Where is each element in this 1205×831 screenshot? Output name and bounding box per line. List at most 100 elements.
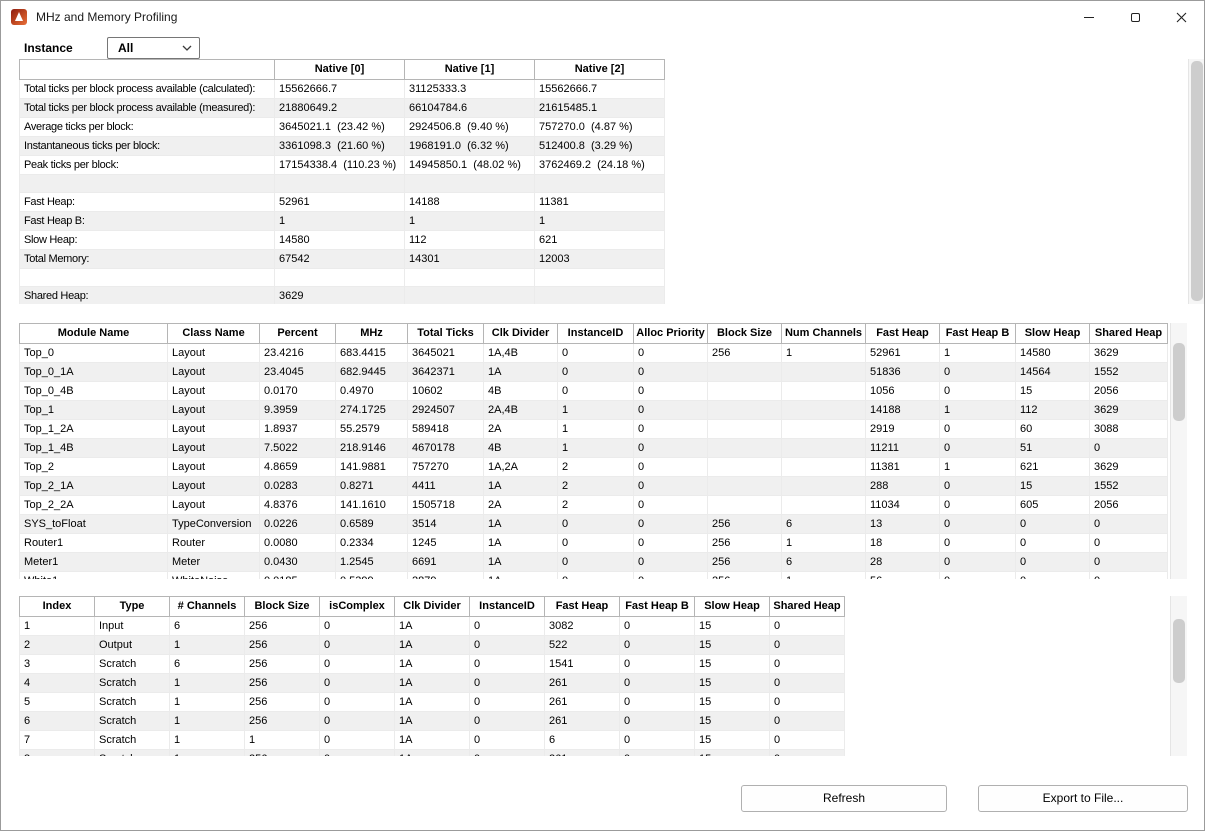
table-row[interactable]: Meter1Meter0.04301.254566911A00256628000 <box>20 553 1168 572</box>
table-cell[interactable] <box>708 477 782 496</box>
table-cell[interactable]: 3642371 <box>408 363 484 382</box>
table-cell[interactable]: 23.4045 <box>260 363 336 382</box>
table-row[interactable]: Top_2_1ALayout0.02830.827144111A20288015… <box>20 477 1168 496</box>
table-cell[interactable]: 1 <box>170 750 245 757</box>
buffer-vertical-scrollbar[interactable] <box>1170 596 1187 756</box>
table-cell[interactable]: 0 <box>940 553 1016 572</box>
table-cell[interactable]: 14580 <box>275 231 405 250</box>
table-cell[interactable]: 3088 <box>1090 420 1168 439</box>
table-cell[interactable]: 1 <box>245 731 320 750</box>
table-cell[interactable]: Top_1_2A <box>20 420 168 439</box>
table-cell[interactable]: 1A <box>395 674 470 693</box>
module-vertical-scrollbar[interactable] <box>1170 323 1187 579</box>
table-cell[interactable]: 2A <box>484 496 558 515</box>
table-cell[interactable] <box>782 382 866 401</box>
table-cell[interactable]: 5 <box>20 693 95 712</box>
table-cell[interactable] <box>782 420 866 439</box>
table-cell[interactable]: 15562666.7 <box>275 80 405 99</box>
table-cell[interactable]: Layout <box>168 439 260 458</box>
table-cell[interactable]: 14188 <box>405 193 535 212</box>
table-cell[interactable]: 1 <box>940 401 1016 420</box>
table-cell[interactable]: 0 <box>558 553 634 572</box>
table-cell[interactable]: 0.0170 <box>260 382 336 401</box>
table-cell[interactable]: 56 <box>866 572 940 580</box>
table-cell[interactable]: 2919 <box>866 420 940 439</box>
table-cell[interactable]: 1A,2A <box>484 458 558 477</box>
table-cell[interactable]: 605 <box>1016 496 1090 515</box>
table-cell[interactable]: 11211 <box>866 439 940 458</box>
table-cell[interactable]: 288 <box>866 477 940 496</box>
table-cell[interactable]: Scratch <box>95 712 170 731</box>
table-cell[interactable]: 0 <box>940 477 1016 496</box>
table-cell[interactable]: 52961 <box>275 193 405 212</box>
table-cell[interactable]: Top_1_4B <box>20 439 168 458</box>
table-cell[interactable]: 1.2545 <box>336 553 408 572</box>
table-cell[interactable]: 4.8376 <box>260 496 336 515</box>
table-cell[interactable]: 1 <box>170 693 245 712</box>
table-cell[interactable]: 0 <box>940 363 1016 382</box>
table-cell[interactable]: 261 <box>545 750 620 757</box>
table-cell[interactable]: 0 <box>940 534 1016 553</box>
table-cell[interactable]: 0 <box>1090 515 1168 534</box>
table-cell[interactable]: Fast Heap: <box>20 193 275 212</box>
table-cell[interactable]: 0 <box>470 655 545 674</box>
table-cell[interactable]: 1.8937 <box>260 420 336 439</box>
table-cell[interactable]: 1 <box>170 674 245 693</box>
table-cell[interactable]: 3629 <box>1090 401 1168 420</box>
table-cell[interactable]: Top_2_2A <box>20 496 168 515</box>
table-cell[interactable]: 23.4216 <box>260 344 336 363</box>
table-cell[interactable]: 15 <box>695 636 770 655</box>
table-cell[interactable]: 0 <box>620 731 695 750</box>
table-cell[interactable]: 1 <box>535 212 665 231</box>
table-cell[interactable]: Instantaneous ticks per block: <box>20 137 275 156</box>
table-cell[interactable]: 21880649.2 <box>275 99 405 118</box>
table-cell[interactable]: 1A <box>484 572 558 580</box>
table-cell[interactable]: 7.5022 <box>260 439 336 458</box>
table-cell[interactable]: 0.0226 <box>260 515 336 534</box>
table-cell[interactable]: 0 <box>770 655 845 674</box>
table-cell[interactable] <box>535 287 665 305</box>
table-cell[interactable] <box>535 269 665 287</box>
table-cell[interactable]: 141.1610 <box>336 496 408 515</box>
table-cell[interactable]: 757270.0 (4.87 %) <box>535 118 665 137</box>
table-cell[interactable]: 0.4970 <box>336 382 408 401</box>
table-cell[interactable]: Fast Heap B: <box>20 212 275 231</box>
table-cell[interactable]: 0 <box>470 712 545 731</box>
table-cell[interactable]: 0 <box>620 617 695 636</box>
table-cell[interactable]: 14580 <box>1016 344 1090 363</box>
table-cell[interactable]: 1A <box>395 655 470 674</box>
table-cell[interactable]: 0 <box>634 458 708 477</box>
table-cell[interactable]: Scratch <box>95 750 170 757</box>
table-cell[interactable]: 6 <box>170 617 245 636</box>
table-cell[interactable]: 2A <box>484 420 558 439</box>
table-cell[interactable] <box>405 287 535 305</box>
table-cell[interactable]: 15 <box>695 731 770 750</box>
table-cell[interactable]: 0 <box>940 572 1016 580</box>
table-cell[interactable]: 0 <box>1090 553 1168 572</box>
table-cell[interactable]: Meter1 <box>20 553 168 572</box>
table-cell[interactable]: 0 <box>1090 534 1168 553</box>
table-cell[interactable]: Top_0 <box>20 344 168 363</box>
table-row[interactable]: Fast Heap B:111 <box>20 212 665 231</box>
table-cell[interactable]: Scratch <box>95 731 170 750</box>
table-cell[interactable]: 4.8659 <box>260 458 336 477</box>
table-cell[interactable]: 6691 <box>408 553 484 572</box>
table-cell[interactable]: 28 <box>866 553 940 572</box>
table-cell[interactable]: 0 <box>634 420 708 439</box>
table-cell[interactable]: 8 <box>20 750 95 757</box>
table-cell[interactable]: 0 <box>558 363 634 382</box>
table-cell[interactable]: 256 <box>708 344 782 363</box>
table-row[interactable]: Top_0Layout23.4216683.441536450211A,4B00… <box>20 344 1168 363</box>
table-cell[interactable]: 0 <box>320 712 395 731</box>
table-cell[interactable]: 0 <box>558 382 634 401</box>
table-cell[interactable]: 7 <box>20 731 95 750</box>
table-cell[interactable]: 0 <box>470 750 545 757</box>
table-cell[interactable]: 256 <box>708 534 782 553</box>
table-cell[interactable]: 0 <box>470 636 545 655</box>
table-cell[interactable]: 1A <box>395 750 470 757</box>
table-cell[interactable]: 0 <box>1090 439 1168 458</box>
table-cell[interactable]: 1968191.0 (6.32 %) <box>405 137 535 156</box>
table-cell[interactable] <box>708 363 782 382</box>
table-cell[interactable]: 0 <box>620 693 695 712</box>
table-cell[interactable]: 21615485.1 <box>535 99 665 118</box>
